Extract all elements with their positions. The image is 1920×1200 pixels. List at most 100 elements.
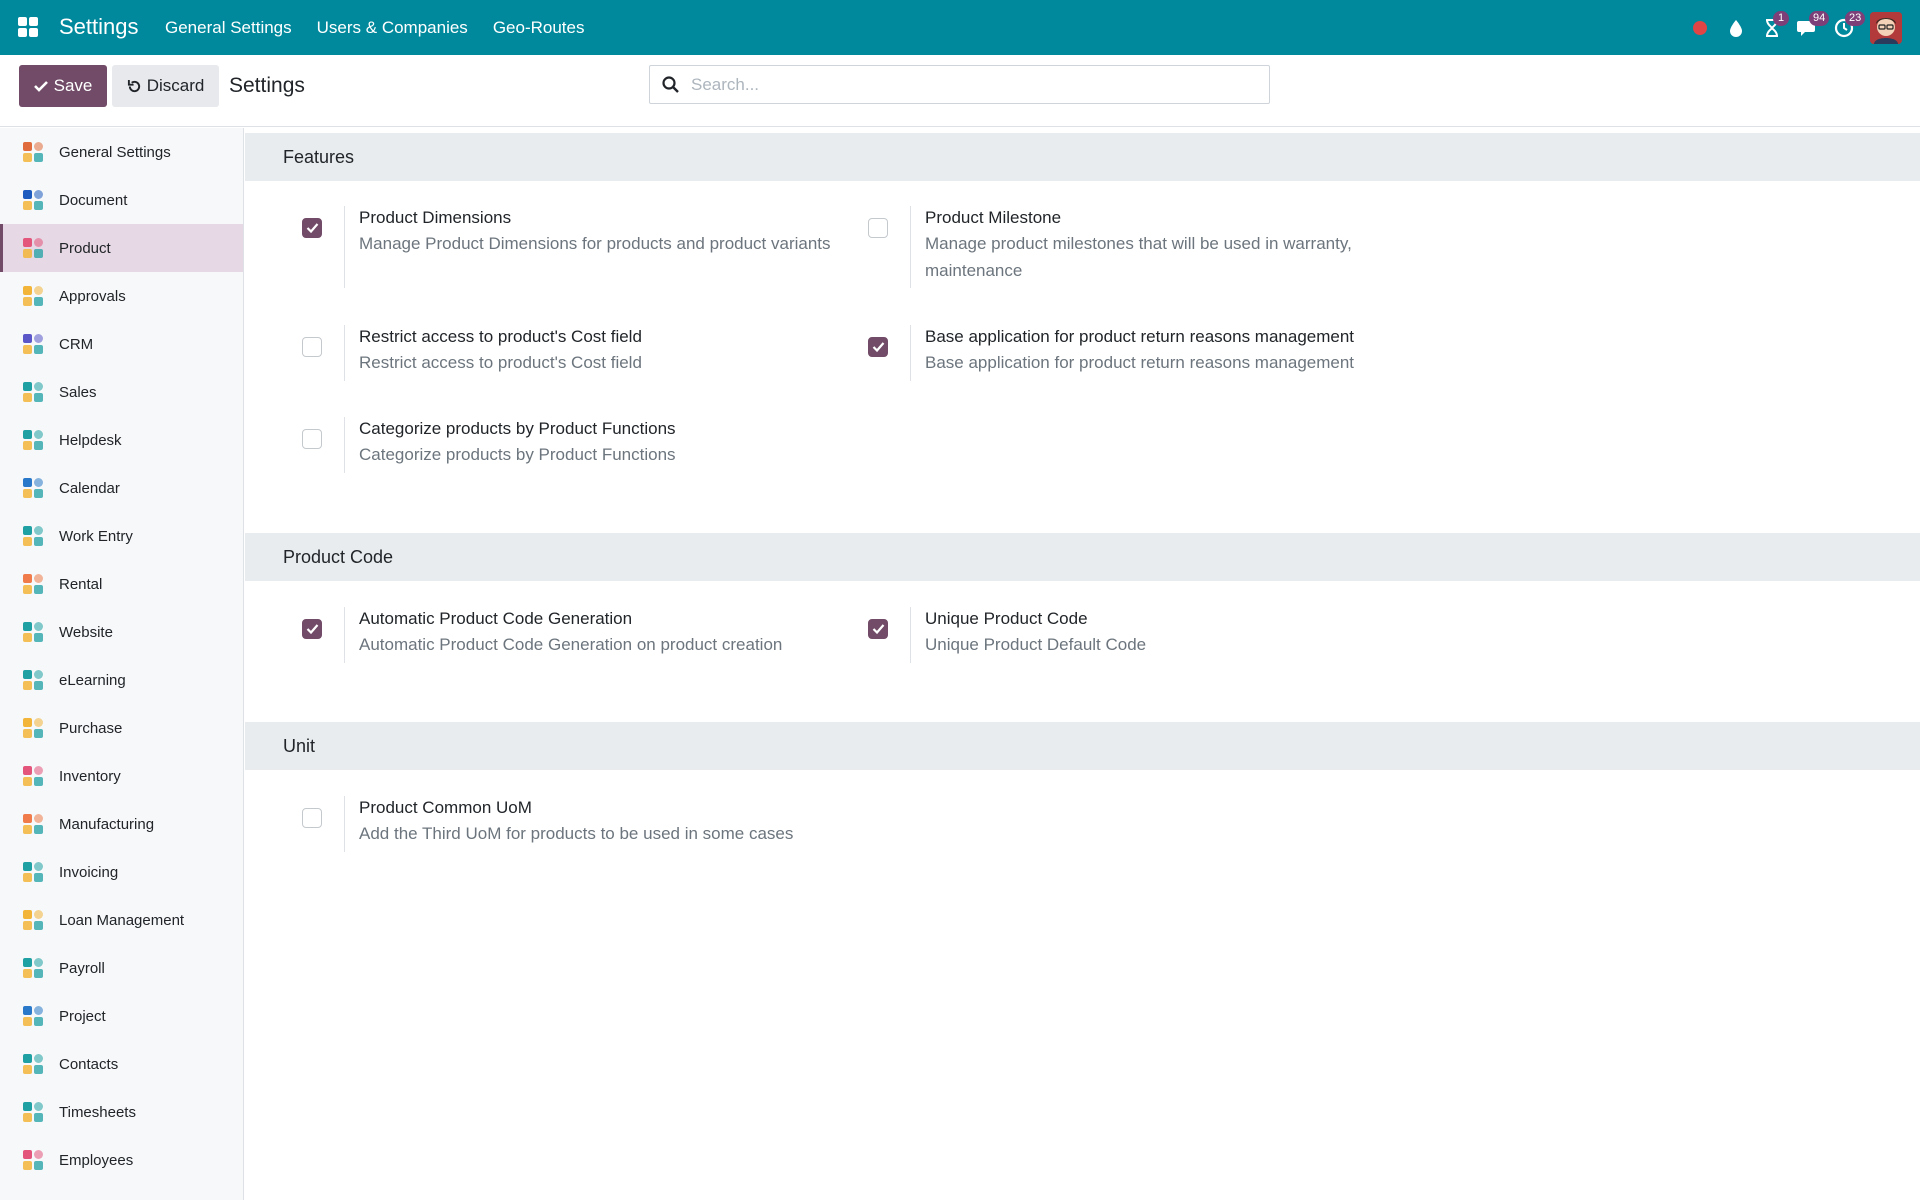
save-button[interactable]: Save [19, 65, 107, 107]
setting-desc: Restrict access to product's Cost field [359, 353, 642, 372]
setting-auto-code: Automatic Product Code Generation Automa… [302, 607, 862, 663]
timesheets-clock-icon [21, 1100, 45, 1124]
record-dot-icon[interactable] [1682, 0, 1718, 55]
search-input[interactable] [691, 74, 1251, 95]
drop-icon[interactable] [1718, 0, 1754, 55]
discard-button[interactable]: Discard [112, 65, 219, 107]
settings-hexagon-icon [21, 140, 45, 164]
sidebar-item-calendar[interactable]: Calendar [0, 464, 243, 512]
sidebar-item-timesheets[interactable]: Timesheets [0, 1088, 243, 1136]
sidebar-item-label: Payroll [59, 959, 105, 977]
top-navbar: Settings General Settings Users & Compan… [0, 0, 1920, 55]
sidebar-item-label: Website [59, 623, 113, 641]
sidebar-item-label: Purchase [59, 719, 123, 737]
return-reasons-checkbox[interactable] [868, 337, 888, 357]
sidebar-item-rental[interactable]: Rental [0, 560, 243, 608]
setting-title: Categorize products by Product Functions [359, 419, 676, 438]
clock-icon[interactable]: 23 [1826, 0, 1866, 55]
sidebar-item-project[interactable]: Project [0, 992, 243, 1040]
purchase-card-icon [21, 716, 45, 740]
sidebar-item-helpdesk[interactable]: Helpdesk [0, 416, 243, 464]
loan-coins-icon [21, 908, 45, 932]
sidebar-item-general-settings[interactable]: General Settings [0, 128, 243, 176]
section-features-header: Features [245, 133, 1920, 181]
section-product-code-header: Product Code [245, 533, 1920, 581]
chat-icon[interactable]: 94 [1790, 0, 1830, 55]
sidebar-item-label: General Settings [59, 143, 171, 161]
sidebar-item-label: Contacts [59, 1055, 119, 1073]
work-entry-person-icon [21, 524, 45, 548]
sidebar-item-label: Rental [59, 575, 103, 593]
menu-geo-routes[interactable]: Geo-Routes [493, 18, 585, 38]
sidebar-item-contacts[interactable]: Contacts [0, 1040, 243, 1088]
sidebar-item-work-entry[interactable]: Work Entry [0, 512, 243, 560]
payroll-badge-icon [21, 956, 45, 980]
sidebar-item-manufacturing[interactable]: Manufacturing [0, 800, 243, 848]
sidebar-item-label: Project [59, 1007, 106, 1025]
sales-chart-icon [21, 380, 45, 404]
calendar-icon [21, 476, 45, 500]
setting-product-dimensions: Product Dimensions Manage Product Dimens… [302, 206, 862, 288]
sidebar-item-elearning[interactable]: eLearning [0, 656, 243, 704]
crm-handshake-icon [21, 332, 45, 356]
setting-title: Product Dimensions [359, 208, 512, 227]
sidebar-item-label: Loan Management [59, 911, 185, 929]
product-blocks-icon [21, 236, 45, 260]
sidebar-item-label: Invoicing [59, 863, 119, 881]
employees-group-icon [21, 1148, 45, 1172]
sidebar-item-label: Calendar [59, 479, 120, 497]
setting-return-reasons: Base application for product return reas… [868, 325, 1568, 381]
sidebar-item-label: Document [59, 191, 128, 209]
hourglass-icon[interactable]: 1 [1754, 0, 1790, 55]
product-milestone-checkbox[interactable] [868, 218, 888, 238]
sidebar-item-invoicing[interactable]: Invoicing [0, 848, 243, 896]
setting-desc: Manage product milestones that will be u… [925, 234, 1352, 280]
app-brand[interactable]: Settings [59, 14, 139, 40]
restrict-cost-checkbox[interactable] [302, 337, 322, 357]
auto-code-checkbox[interactable] [302, 619, 322, 639]
setting-desc: Manage Product Dimensions for products a… [359, 234, 831, 253]
sidebar-item-loan-management[interactable]: Loan Management [0, 896, 243, 944]
sidebar-item-label: Work Entry [59, 527, 133, 545]
invoicing-dollar-icon [21, 860, 45, 884]
unique-code-checkbox[interactable] [868, 619, 888, 639]
sidebar-item-label: Product [59, 239, 111, 257]
folder-icon [21, 188, 45, 212]
systray: 1 94 23 [1682, 0, 1902, 55]
sidebar-item-label: eLearning [59, 671, 126, 689]
contacts-book-icon [21, 1052, 45, 1076]
sidebar-item-purchase[interactable]: Purchase [0, 704, 243, 752]
user-avatar[interactable] [1870, 11, 1902, 44]
sidebar-item-employees[interactable]: Employees [0, 1136, 243, 1184]
setting-common-uom: Product Common UoM Add the Third UoM for… [302, 796, 862, 852]
manufacturing-factory-icon [21, 812, 45, 836]
discard-label: Discard [146, 76, 205, 95]
elearning-board-icon [21, 668, 45, 692]
menu-users-companies[interactable]: Users & Companies [317, 18, 468, 38]
product-functions-checkbox[interactable] [302, 429, 322, 449]
sidebar-item-crm[interactable]: CRM [0, 320, 243, 368]
setting-desc: Unique Product Default Code [925, 635, 1147, 654]
rental-hand-icon [21, 572, 45, 596]
common-uom-checkbox[interactable] [302, 808, 322, 828]
sidebar-item-label: Employees [59, 1151, 134, 1169]
sidebar-item-product[interactable]: Product [0, 224, 243, 272]
sidebar-item-approvals[interactable]: Approvals [0, 272, 243, 320]
helpdesk-headset-icon [21, 428, 45, 452]
sidebar-item-inventory[interactable]: Inventory [0, 752, 243, 800]
setting-title: Base application for product return reas… [925, 327, 1355, 346]
setting-product-milestone: Product Milestone Manage product milesto… [868, 206, 1428, 288]
product-dimensions-checkbox[interactable] [302, 218, 322, 238]
sidebar-item-sales[interactable]: Sales [0, 368, 243, 416]
sidebar-item-document[interactable]: Document [0, 176, 243, 224]
undo-icon [127, 79, 140, 92]
menu-general-settings[interactable]: General Settings [165, 18, 292, 38]
apps-grid-icon[interactable] [18, 17, 38, 37]
setting-title: Unique Product Code [925, 609, 1088, 628]
sidebar-item-payroll[interactable]: Payroll [0, 944, 243, 992]
sidebar-item-website[interactable]: Website [0, 608, 243, 656]
control-panel: Save Discard Settings [0, 55, 1920, 127]
search-box[interactable] [649, 65, 1270, 104]
setting-title: Restrict access to product's Cost field [359, 327, 642, 346]
sidebar-item-label: Approvals [59, 287, 126, 305]
